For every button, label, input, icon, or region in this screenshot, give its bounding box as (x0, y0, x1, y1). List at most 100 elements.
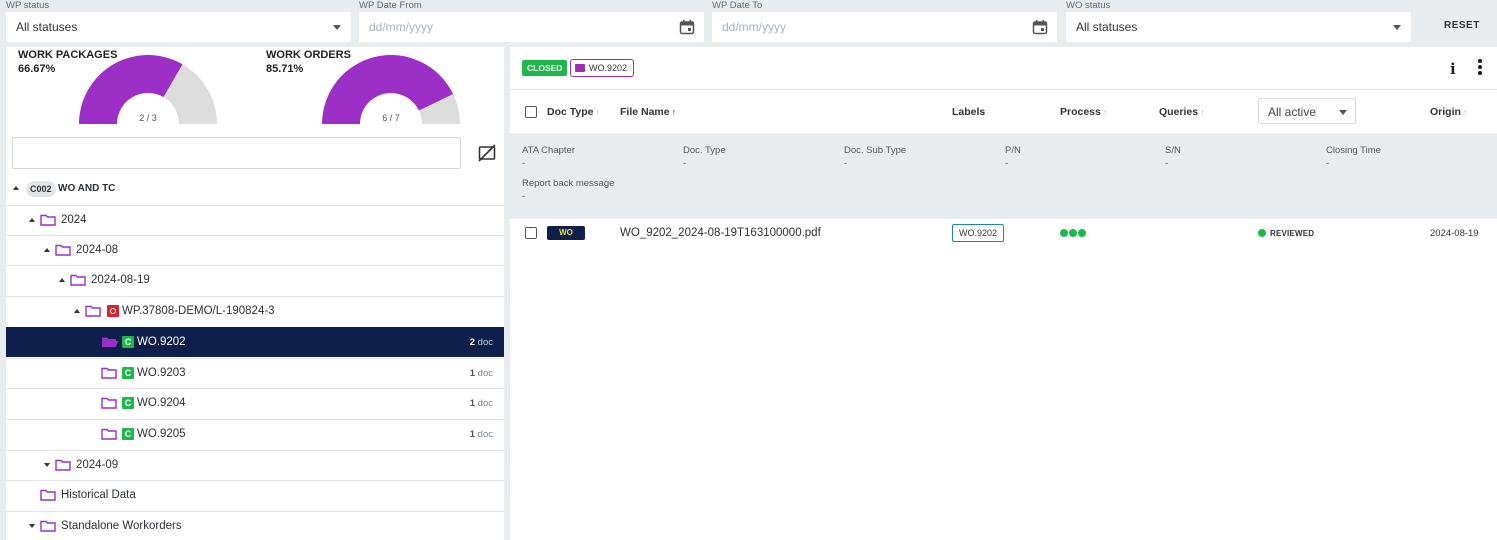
collapse-icon[interactable] (13, 186, 19, 190)
tree-item-label: WO.9202 (137, 336, 186, 348)
column-process[interactable]: Process ↑ (1060, 106, 1107, 118)
closed-status-icon: C (122, 336, 134, 348)
doc-count: 1 doc (469, 368, 493, 379)
info-icon[interactable]: i (1450, 60, 1456, 78)
collapse-icon[interactable] (74, 309, 80, 313)
origin-date: 2024-08-19 (1430, 228, 1479, 239)
column-doc-type[interactable]: Doc Type ↑ (547, 106, 600, 118)
tree-item-2024[interactable]: 2024 (6, 205, 504, 235)
doc-sub-type-label: Doc. Sub Type (844, 145, 907, 156)
report-back-value: - (522, 191, 526, 202)
tree-item-standalone-workorders[interactable]: Standalone Workorders (6, 511, 504, 540)
tree-item-2024-09[interactable]: 2024-09 (6, 450, 504, 480)
tree-item-wo-9203[interactable]: C WO.9203 1 doc (6, 358, 504, 388)
process-step-dot (1060, 229, 1068, 237)
status-dot-icon (1258, 229, 1266, 237)
wo-status-label: WO status (1066, 0, 1111, 11)
tree-item-2024-08[interactable]: 2024-08 (6, 235, 504, 265)
root-code-badge: C002 (26, 181, 56, 197)
folder-open-icon (102, 337, 119, 347)
tree-item-historical-data[interactable]: Historical Data (6, 480, 504, 510)
detail-panel: ATA Chapter - Doc. Type - Doc. Sub Type … (510, 133, 1497, 219)
folder-icon (101, 367, 117, 379)
ata-chapter-value: - (522, 158, 526, 169)
tree-item-label: WP.37808-DEMO/L-190824-3 (122, 305, 275, 317)
tree-item-label: WO.9203 (137, 367, 186, 379)
folder-icon (40, 520, 56, 532)
wp-status-label: WP status (6, 0, 50, 11)
tree-root[interactable]: C002 WO AND TC (6, 174, 504, 204)
tree-item-wo-9202[interactable]: C WO.9202 2 doc (6, 327, 504, 357)
status-badge: CLOSED (522, 60, 568, 76)
doc-count: 1 doc (469, 429, 493, 440)
tree-item-wo-9204[interactable]: C WO.9204 1 doc (6, 388, 504, 418)
more-options-icon[interactable] (1478, 59, 1482, 75)
image-off-icon[interactable] (477, 143, 497, 163)
tree-search-input[interactable] (12, 137, 461, 169)
folder-icon (101, 397, 117, 409)
collapse-icon[interactable] (44, 248, 50, 252)
sn-label: S/N (1165, 145, 1181, 156)
wo-status-value: All statuses (1076, 20, 1138, 34)
collapse-icon[interactable] (29, 218, 35, 222)
wp-status-select[interactable]: All statuses (6, 12, 351, 42)
calendar-icon[interactable] (679, 19, 695, 35)
tree-panel: WORK PACKAGES 66.67% 2 / 3 WORK ORDERS 8… (6, 47, 504, 540)
reset-button[interactable]: RESET (1444, 20, 1480, 31)
chevron-down-icon (1393, 25, 1401, 30)
label-chip[interactable]: WO.9202 (952, 224, 1005, 242)
documents-panel: CLOSED WO.9202 i Doc Type ↑ File Name ↑ La… (510, 47, 1497, 540)
process-step-dot (1078, 229, 1086, 237)
closed-status-icon: C (122, 428, 134, 440)
wp-date-from-input[interactable]: dd/mm/yyyy (359, 12, 704, 42)
collapse-icon[interactable] (59, 278, 65, 282)
column-origin[interactable]: Origin ↑ (1430, 106, 1467, 118)
column-file-name[interactable]: File Name ↑ (620, 106, 676, 118)
work-order-chip[interactable]: WO.9202 (570, 59, 635, 77)
report-back-label: Report back message (522, 178, 615, 189)
sort-arrow-icon: ↑ (1200, 107, 1205, 117)
gauge-ratio: 2 / 3 (139, 113, 157, 123)
work-order-chip-label: WO.9202 (589, 63, 628, 73)
root-label: WO AND TC (58, 183, 116, 194)
doc-type-value: - (683, 158, 687, 169)
chevron-down-icon (1339, 110, 1347, 115)
wp-status-value: All statuses (16, 20, 78, 34)
wo-status-select[interactable]: All statuses (1066, 12, 1411, 42)
tree-item-label: 2024-08-19 (91, 274, 150, 286)
tree-item-work-package[interactable]: WP.37808-DEMO/L-190824-3 (6, 296, 504, 326)
calendar-icon[interactable] (1032, 19, 1048, 35)
wp-date-to-label: WP Date To (712, 0, 763, 11)
sn-value: - (1165, 158, 1169, 169)
column-queries[interactable]: Queries ↑ (1159, 106, 1205, 118)
pn-value: - (1005, 158, 1009, 169)
sort-arrow-icon: ↑ (595, 107, 600, 117)
tree-item-wo-9205[interactable]: C WO.9205 1 doc (6, 419, 504, 449)
sort-arrow-icon: ↑ (1462, 107, 1468, 117)
sort-arrow-icon: ↑ (671, 107, 677, 117)
tree-item-label: 2024-09 (76, 459, 119, 471)
doc-sub-type-value: - (844, 158, 848, 169)
wp-date-to-input[interactable]: dd/mm/yyyy (712, 12, 1057, 42)
folder-icon (55, 244, 71, 256)
expand-icon[interactable] (44, 463, 50, 467)
doc-count: 1 doc (469, 398, 493, 409)
wp-date-from-placeholder: dd/mm/yyyy (369, 20, 434, 34)
closed-status-icon: C (122, 367, 134, 379)
file-name-link[interactable]: WO_9202_2024-08-19T163100000.pdf (620, 227, 821, 239)
wp-date-from-label: WP Date From (359, 0, 422, 11)
row-checkbox[interactable] (525, 227, 537, 239)
doc-count: 2 doc (469, 337, 493, 348)
table-row[interactable]: WO WO_9202_2024-08-19T163100000.pdf WO.9… (510, 219, 1497, 249)
tree-item-2024-08-19[interactable]: 2024-08-19 (6, 265, 504, 295)
status-filter-select[interactable]: All active (1258, 98, 1356, 124)
folder-icon (40, 489, 56, 501)
tree-item-label: 2024 (61, 214, 87, 226)
open-status-icon (107, 305, 119, 317)
select-all-checkbox[interactable] (525, 106, 537, 118)
folder-icon (101, 428, 117, 440)
folder-icon (40, 214, 56, 226)
expand-icon[interactable] (29, 524, 35, 528)
tree-item-label: WO.9205 (137, 428, 186, 440)
tree-item-label: 2024-08 (76, 244, 119, 256)
